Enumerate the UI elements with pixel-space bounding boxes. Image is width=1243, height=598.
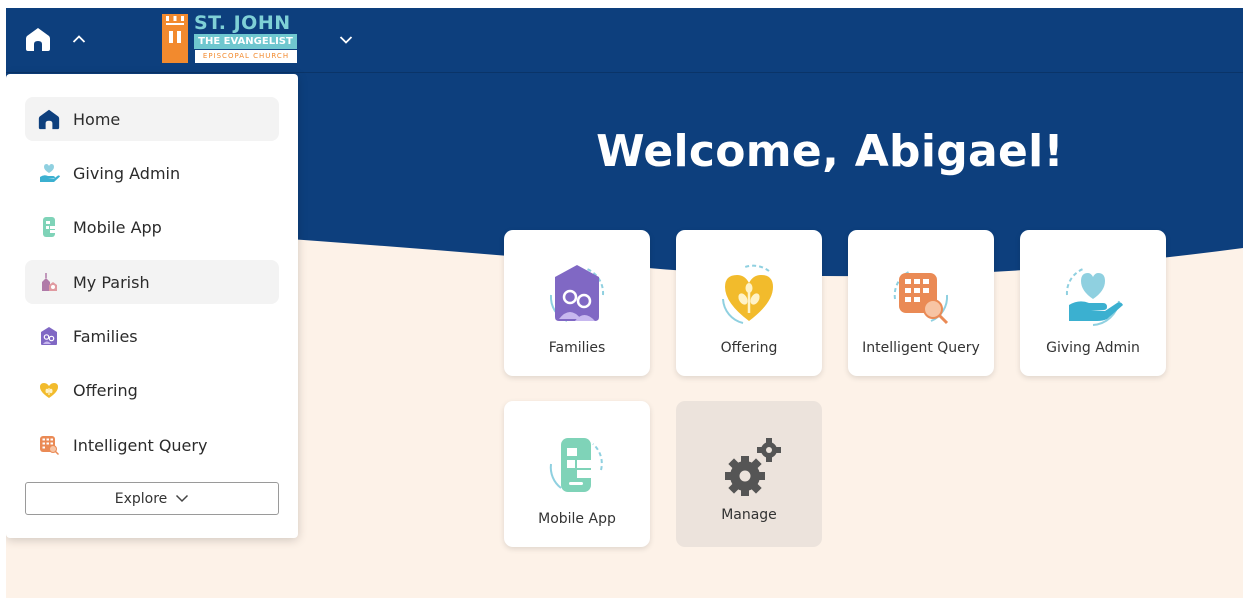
families-icon xyxy=(549,265,605,322)
offering-icon xyxy=(36,377,62,403)
tile-label: Offering xyxy=(720,340,778,356)
giving-admin-icon xyxy=(36,160,62,186)
explore-button[interactable]: Explore xyxy=(25,482,279,515)
menu-item-mobile-app[interactable]: Mobile App xyxy=(25,205,279,249)
families-icon xyxy=(36,323,62,349)
menu-item-label: My Parish xyxy=(73,272,150,292)
home-icon xyxy=(36,106,62,132)
tile-offering[interactable]: Offering xyxy=(676,230,822,376)
my-parish-icon xyxy=(36,269,62,295)
tile-label: Manage xyxy=(721,507,777,523)
menu-item-label: Giving Admin xyxy=(73,163,181,183)
navigation-dropdown: Home Giving Admin Mobile App My Parish F… xyxy=(6,74,298,538)
home-icon[interactable] xyxy=(24,24,52,54)
mobile-app-icon xyxy=(36,214,62,240)
mobile-app-icon xyxy=(549,438,603,492)
chevron-down-icon[interactable] xyxy=(334,28,358,52)
giving-admin-icon xyxy=(1065,268,1123,326)
tile-intelligent-query[interactable]: Intelligent Query xyxy=(848,230,994,376)
explore-label: Explore xyxy=(114,490,168,507)
gears-icon xyxy=(725,438,781,496)
tile-label: Families xyxy=(548,340,606,356)
intelligent-query-icon xyxy=(36,432,62,458)
chevron-down-icon xyxy=(175,494,189,503)
church-tower-icon xyxy=(162,14,188,63)
menu-item-label: Families xyxy=(73,326,138,346)
chevron-up-icon[interactable] xyxy=(68,28,90,50)
intelligent-query-icon xyxy=(893,270,949,325)
menu-item-label: Home xyxy=(73,109,121,129)
offering-icon xyxy=(722,264,773,324)
menu-item-label: Intelligent Query xyxy=(73,435,208,455)
menu-item-label: Offering xyxy=(73,380,138,400)
tile-label: Giving Admin xyxy=(1046,340,1140,356)
logo-line-3: EPISCOPAL CHURCH xyxy=(195,50,297,63)
top-bar: ST. JOHN THE EVANGELIST EPISCOPAL CHURCH xyxy=(6,8,1243,73)
menu-item-offering[interactable]: Offering xyxy=(25,368,279,412)
menu-item-giving-admin[interactable]: Giving Admin xyxy=(25,151,279,195)
menu-item-families[interactable]: Families xyxy=(25,314,279,358)
app-frame: ST. JOHN THE EVANGELIST EPISCOPAL CHURCH… xyxy=(6,8,1243,598)
tile-label: Intelligent Query xyxy=(862,340,980,356)
church-logo[interactable]: ST. JOHN THE EVANGELIST EPISCOPAL CHURCH xyxy=(162,12,297,63)
logo-line-1: ST. JOHN xyxy=(194,12,291,34)
logo-line-2: THE EVANGELIST xyxy=(194,34,297,49)
tile-families[interactable]: Families xyxy=(504,230,650,376)
menu-item-my-parish[interactable]: My Parish xyxy=(25,260,279,304)
tile-label: Mobile App xyxy=(538,511,616,527)
menu-item-label: Mobile App xyxy=(73,217,162,237)
tile-mobile-app[interactable]: Mobile App xyxy=(504,401,650,547)
welcome-heading: Welcome, Abigael! xyxy=(596,126,1064,177)
menu-item-home[interactable]: Home xyxy=(25,97,279,141)
tile-manage[interactable]: Manage xyxy=(676,401,822,547)
tile-giving-admin[interactable]: Giving Admin xyxy=(1020,230,1166,376)
menu-item-intelligent-query[interactable]: Intelligent Query xyxy=(25,423,279,467)
